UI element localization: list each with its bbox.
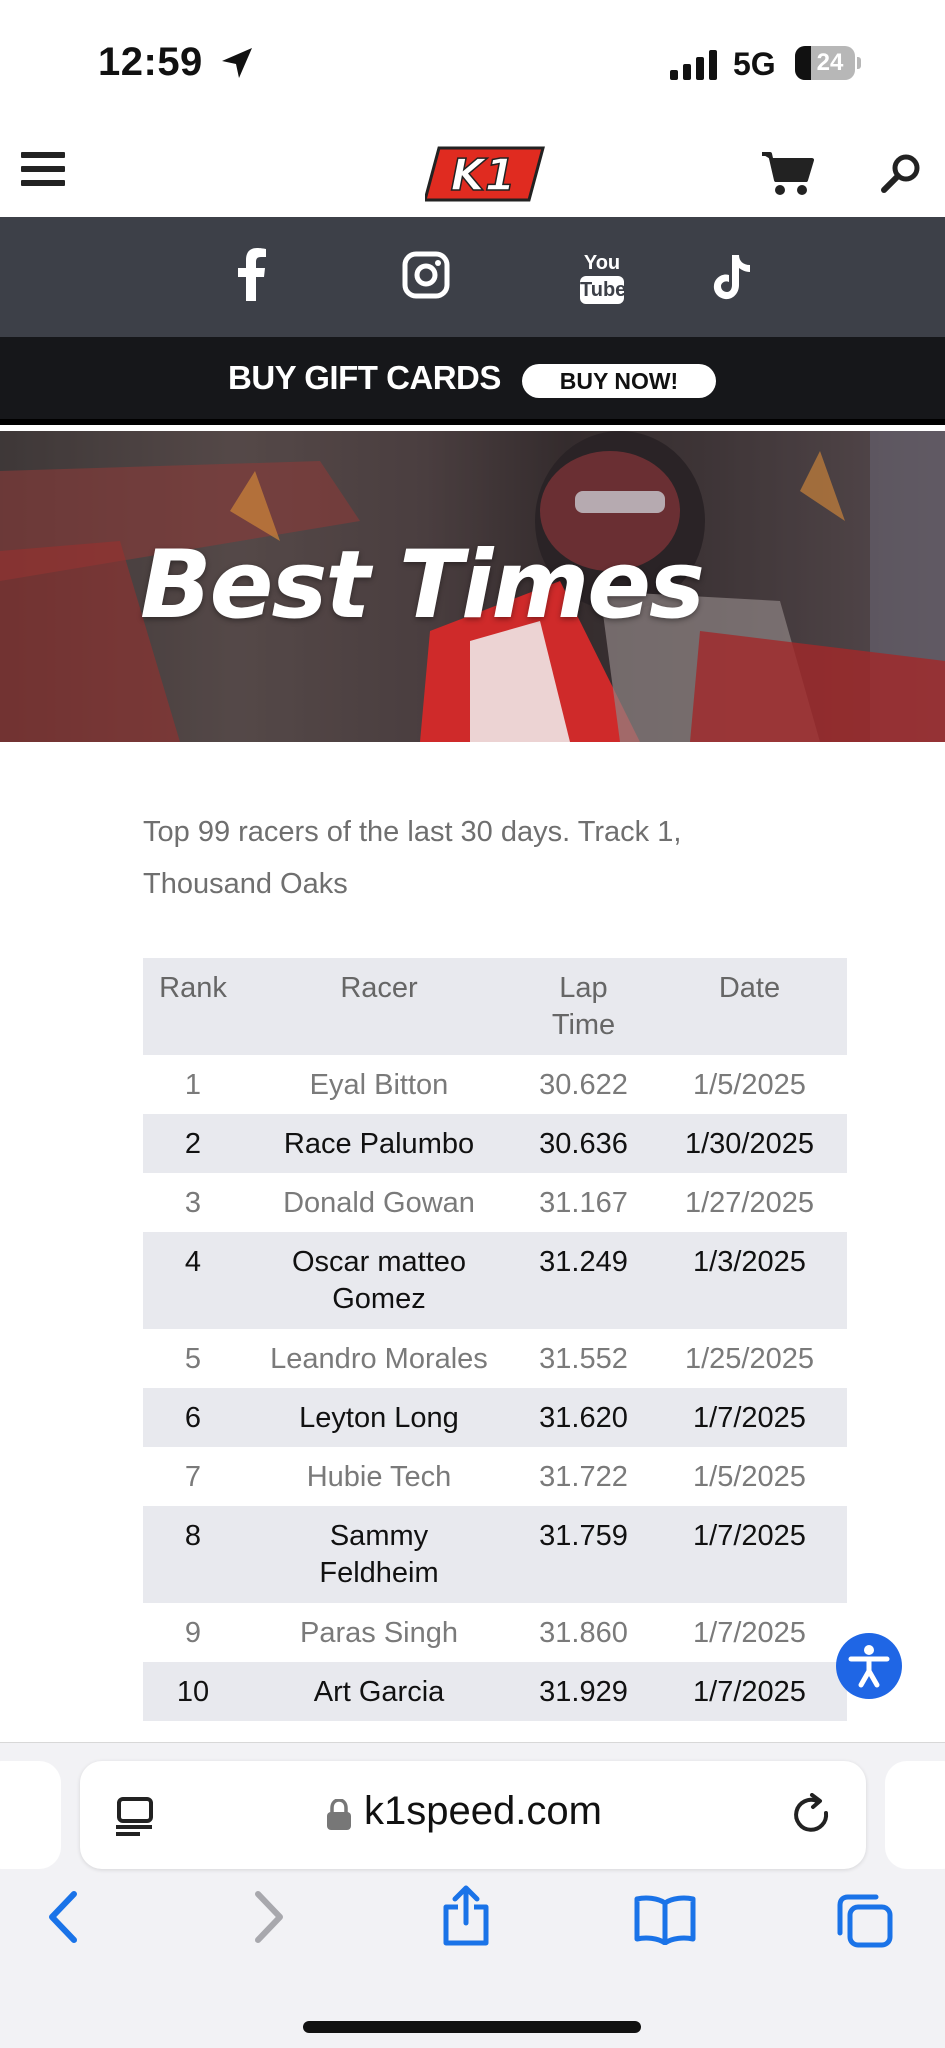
status-bar: 12:59 5G 24	[0, 0, 945, 130]
racer-cell: Race Palumbo	[243, 1114, 515, 1173]
home-indicator	[303, 2021, 641, 2033]
k1-logo[interactable]: K1	[425, 140, 549, 206]
lap-time-cell: 31.759	[515, 1506, 652, 1603]
cart-icon[interactable]	[760, 150, 814, 196]
rank-cell: 10	[143, 1662, 243, 1721]
racer-cell: Hubie Tech	[243, 1447, 515, 1506]
buy-now-button[interactable]: BUY NOW!	[522, 364, 716, 398]
rank-cell: 5	[143, 1329, 243, 1388]
table-row: 6 Leyton Long 31.620 1/7/2025	[143, 1388, 847, 1447]
bookmarks-icon[interactable]	[634, 1895, 696, 1945]
date-cell: 1/3/2025	[652, 1232, 847, 1329]
forward-icon[interactable]	[252, 1891, 286, 1943]
table-row: 10 Art Garcia 31.929 1/7/2025	[143, 1662, 847, 1721]
table-row: 2 Race Palumbo 30.636 1/30/2025	[143, 1114, 847, 1173]
url-text[interactable]: k1speed.com	[364, 1789, 602, 1834]
gift-card-banner: BUY GIFT CARDS BUY NOW!	[0, 337, 945, 425]
status-time: 12:59	[98, 40, 203, 84]
next-tab-preview[interactable]	[885, 1761, 945, 1869]
hero-banner: Best Times	[0, 431, 945, 742]
best-times-table: Rank Racer Lap Time Date 1 Eyal Bitton 3…	[143, 958, 847, 1721]
page-menu-icon[interactable]	[114, 1795, 156, 1837]
browser-toolbar: k1speed.com	[0, 1742, 945, 2048]
lock-icon	[327, 1799, 351, 1830]
date-cell: 1/7/2025	[652, 1662, 847, 1721]
table-row: 9 Paras Singh 31.860 1/7/2025	[143, 1603, 847, 1662]
rank-cell: 7	[143, 1447, 243, 1506]
accessibility-button[interactable]	[836, 1633, 902, 1699]
date-cell: 1/27/2025	[652, 1173, 847, 1232]
date-cell: 1/30/2025	[652, 1114, 847, 1173]
column-header-racer: Racer	[243, 958, 515, 1055]
racer-cell: Art Garcia	[243, 1662, 515, 1721]
date-cell: 1/5/2025	[652, 1055, 847, 1114]
lap-time-cell: 31.722	[515, 1447, 652, 1506]
svg-text:K1: K1	[451, 150, 516, 201]
rank-cell: 2	[143, 1114, 243, 1173]
racer-cell: Eyal Bitton	[243, 1055, 515, 1114]
lap-time-cell: 30.622	[515, 1055, 652, 1114]
location-arrow-icon	[222, 48, 252, 78]
previous-tab-preview[interactable]	[0, 1761, 61, 1869]
youtube-icon[interactable]: You Tube	[580, 253, 626, 313]
lap-time-cell: 31.552	[515, 1329, 652, 1388]
rank-cell: 4	[143, 1232, 243, 1329]
rank-cell: 9	[143, 1603, 243, 1662]
share-icon[interactable]	[440, 1885, 492, 1947]
racer-cell: Leyton Long	[243, 1388, 515, 1447]
site-header: K1	[0, 130, 945, 217]
accessibility-icon	[848, 1645, 890, 1688]
instagram-icon[interactable]	[402, 251, 450, 299]
menu-icon[interactable]	[21, 152, 65, 190]
racer-cell: Paras Singh	[243, 1603, 515, 1662]
column-header-rank: Rank	[143, 958, 243, 1055]
column-header-lap-time: Lap Time	[515, 958, 652, 1055]
lap-time-cell: 31.620	[515, 1388, 652, 1447]
table-row: 1 Eyal Bitton 30.622 1/5/2025	[143, 1055, 847, 1114]
facebook-icon[interactable]	[236, 247, 266, 301]
racer-cell: Sammy Feldheim	[243, 1506, 515, 1603]
rank-cell: 1	[143, 1055, 243, 1114]
table-row: 4 Oscar matteo Gomez 31.249 1/3/2025	[143, 1232, 847, 1329]
lap-time-cell: 31.929	[515, 1662, 652, 1721]
table-row: 8 Sammy Feldheim 31.759 1/7/2025	[143, 1506, 847, 1603]
date-cell: 1/7/2025	[652, 1506, 847, 1603]
date-cell: 1/25/2025	[652, 1329, 847, 1388]
cellular-signal-icon	[670, 50, 717, 80]
lap-time-cell: 31.249	[515, 1232, 652, 1329]
rank-cell: 6	[143, 1388, 243, 1447]
lap-time-cell: 30.636	[515, 1114, 652, 1173]
back-icon[interactable]	[46, 1891, 80, 1943]
battery-level: 24	[816, 49, 844, 76]
table-header-row: Rank Racer Lap Time Date	[143, 958, 847, 1055]
social-bar: You Tube	[0, 217, 945, 337]
table-row: 5 Leandro Morales 31.552 1/25/2025	[143, 1329, 847, 1388]
rank-cell: 8	[143, 1506, 243, 1603]
address-bar[interactable]: k1speed.com	[80, 1761, 866, 1869]
gift-card-text: BUY GIFT CARDS	[228, 359, 501, 396]
rank-cell: 3	[143, 1173, 243, 1232]
reload-icon[interactable]	[790, 1793, 834, 1837]
racer-cell: Leandro Morales	[243, 1329, 515, 1388]
racer-cell: Oscar matteo Gomez	[243, 1232, 515, 1329]
tiktok-icon[interactable]	[712, 253, 752, 301]
table-row: 7 Hubie Tech 31.722 1/5/2025	[143, 1447, 847, 1506]
network-type: 5G	[733, 46, 776, 82]
intro-text: Top 99 racers of the last 30 days. Track…	[143, 816, 682, 900]
racer-cell: Donald Gowan	[243, 1173, 515, 1232]
date-cell: 1/7/2025	[652, 1388, 847, 1447]
search-icon[interactable]	[880, 152, 922, 194]
date-cell: 1/7/2025	[652, 1603, 847, 1662]
column-header-date: Date	[652, 958, 847, 1055]
page-title: Best Times	[140, 531, 705, 640]
table-row: 3 Donald Gowan 31.167 1/27/2025	[143, 1173, 847, 1232]
lap-time-cell: 31.860	[515, 1603, 652, 1662]
tabs-icon[interactable]	[834, 1893, 894, 1949]
date-cell: 1/5/2025	[652, 1447, 847, 1506]
lap-time-cell: 31.167	[515, 1173, 652, 1232]
battery-icon: 24	[795, 46, 861, 80]
